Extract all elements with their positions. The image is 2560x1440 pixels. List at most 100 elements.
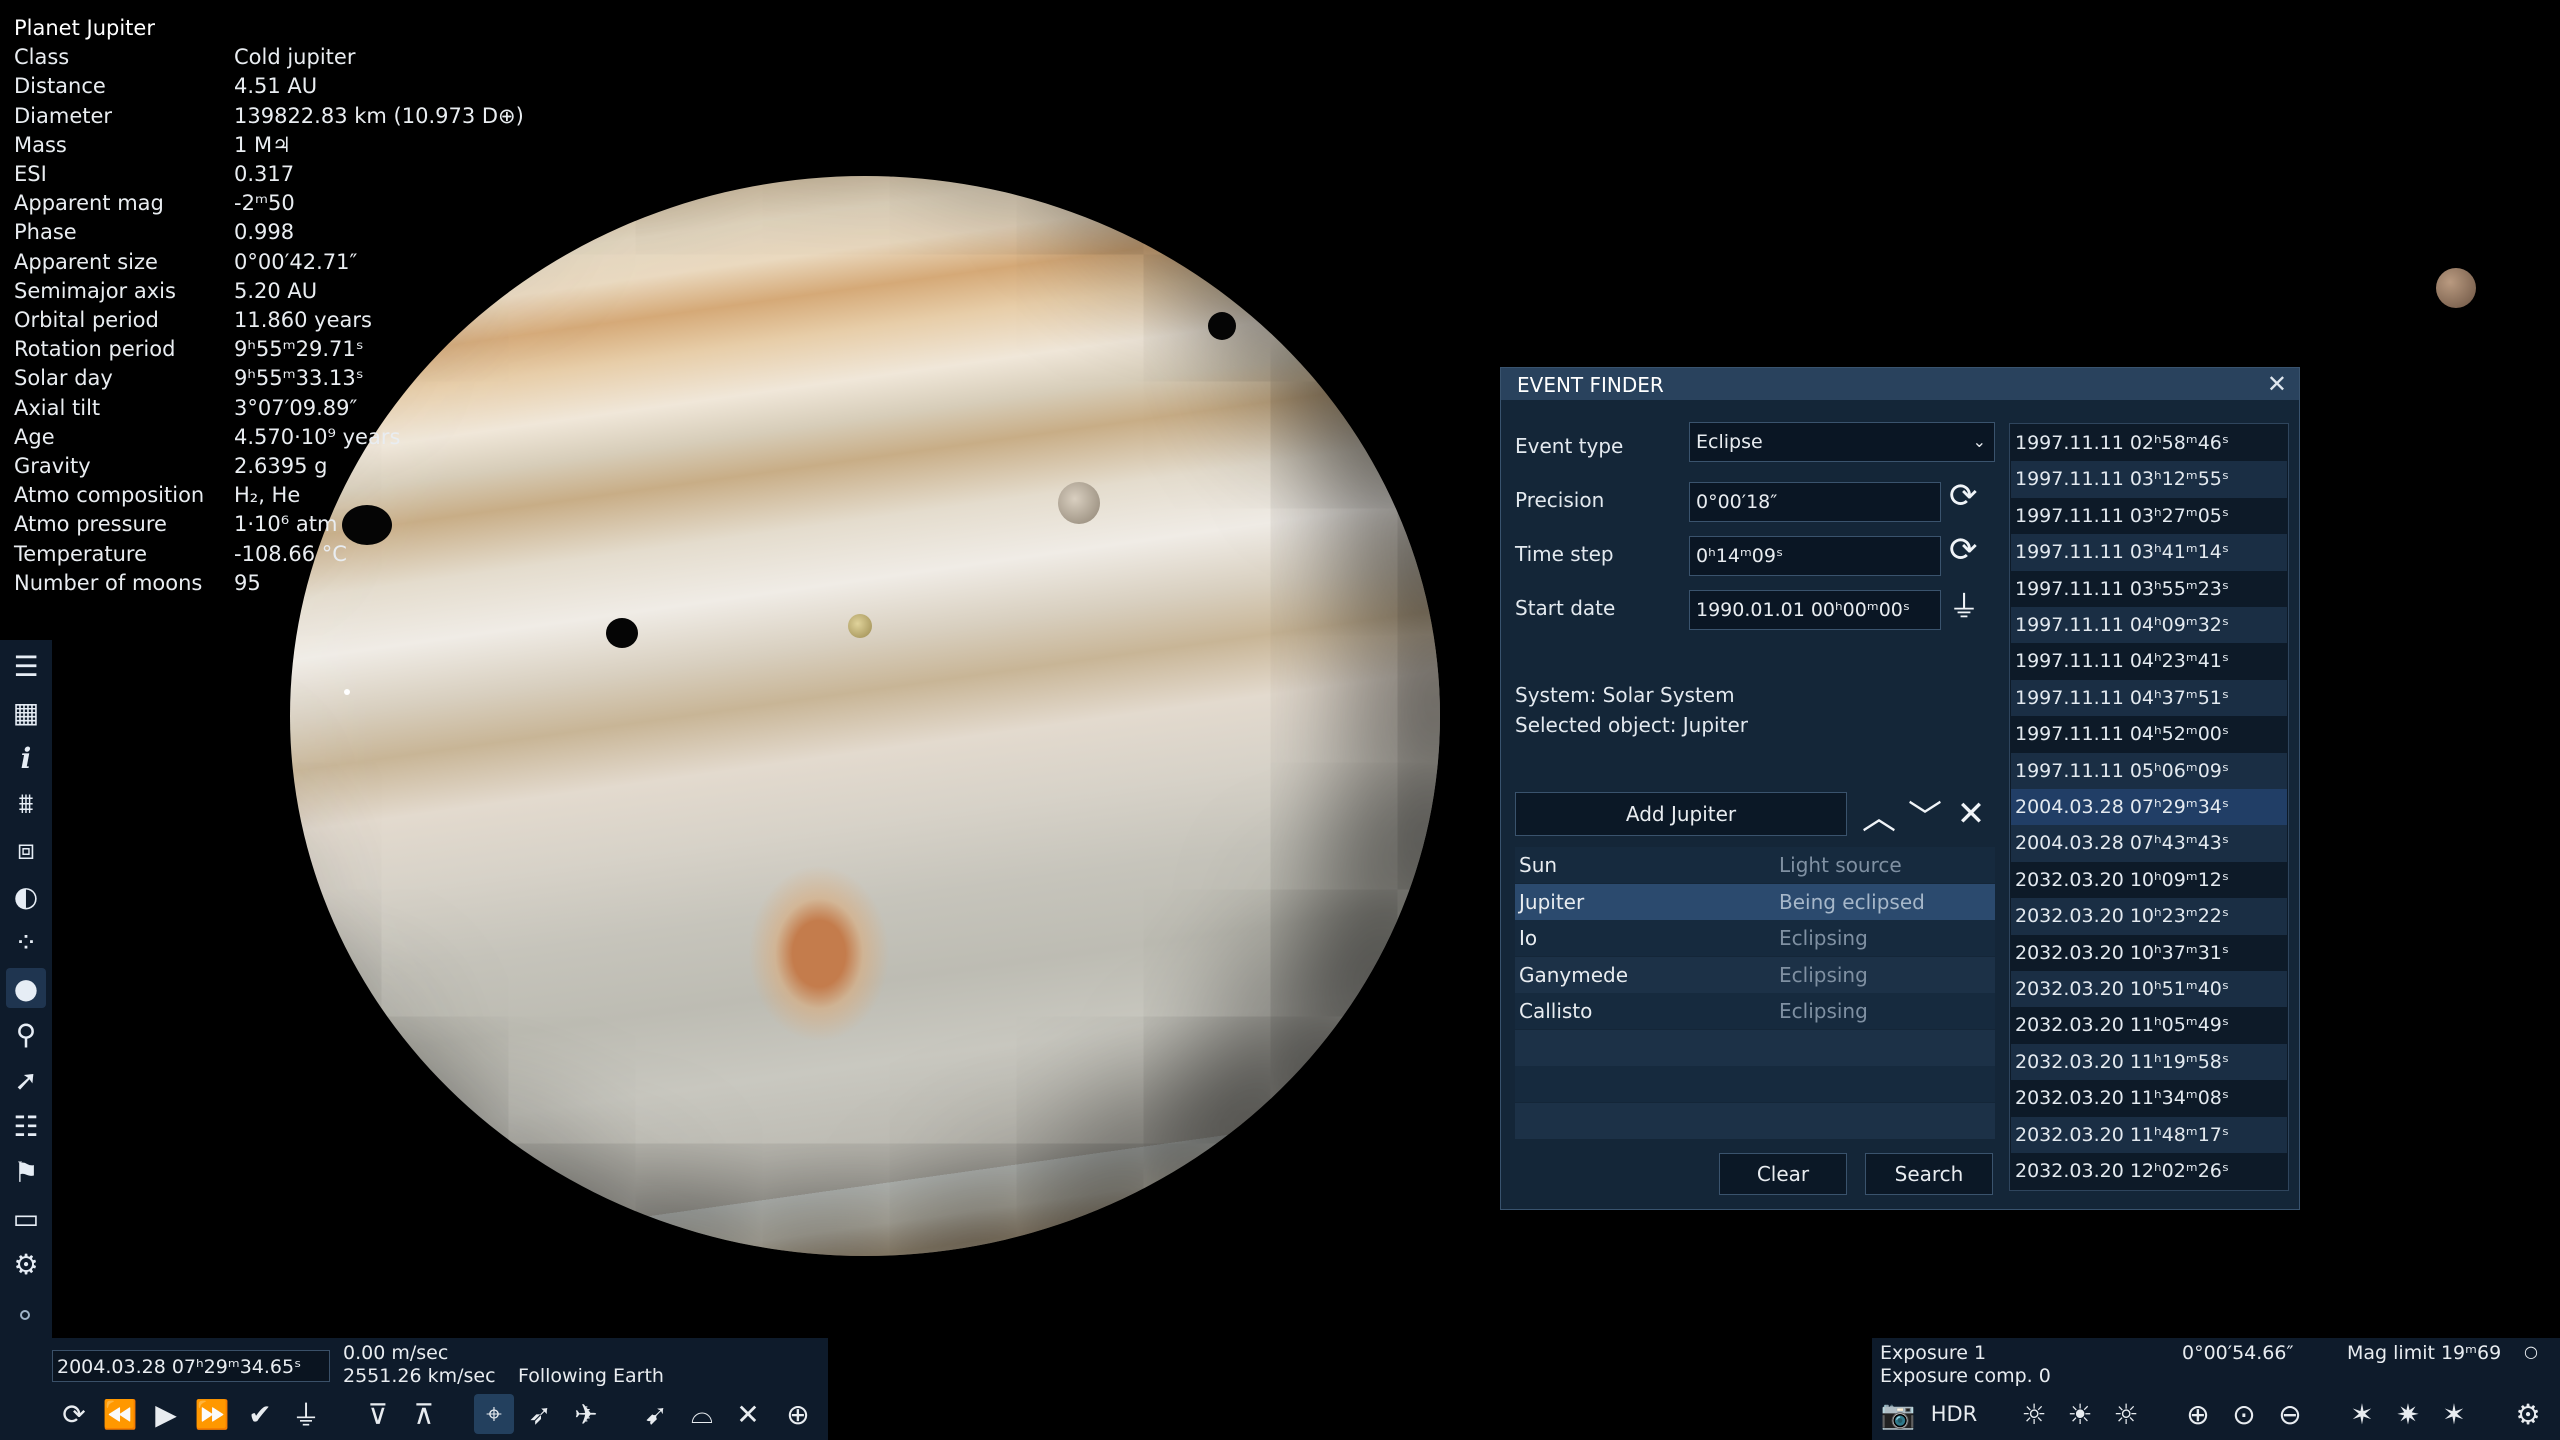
dot-icon[interactable] <box>20 1310 30 1320</box>
land-icon[interactable]: ⌓ <box>682 1394 722 1434</box>
result-item[interactable]: 2032.03.20 11ʰ19ᵐ58ˢ <box>2011 1043 2287 1081</box>
plane-icon[interactable]: ✈ <box>566 1394 606 1434</box>
event-type-select[interactable]: Eclipse ⌄ <box>1689 422 1995 462</box>
mag-down-icon[interactable]: ✶ <box>2342 1394 2382 1434</box>
reset-time-icon[interactable]: ⟳ <box>54 1394 94 1434</box>
fast-forward-icon[interactable]: ⏩ <box>192 1394 232 1434</box>
time-control-bar: 2004.03.28 07ʰ29ᵐ34.65ˢ 0.00 m/sec 2551.… <box>0 1338 828 1440</box>
crosshair-icon[interactable]: ✕ <box>728 1394 768 1434</box>
moon-callisto[interactable] <box>2436 268 2476 308</box>
result-item[interactable]: 1997.11.11 05ʰ06ᵐ09ˢ <box>2011 752 2287 789</box>
rocket-icon[interactable]: ➚ <box>6 1060 46 1100</box>
goto-icon[interactable]: ➹ <box>636 1394 676 1434</box>
remove-icon[interactable]: ✕ <box>1951 792 1991 836</box>
planet-icon[interactable]: ● <box>6 968 46 1008</box>
info-row: ESI 0.317 <box>14 160 524 189</box>
clear-button[interactable]: Clear <box>1719 1153 1847 1195</box>
catalog-icon[interactable]: ▦ <box>6 692 46 732</box>
date-field[interactable]: 2004.03.28 07ʰ29ᵐ34.65ˢ <box>52 1350 330 1382</box>
result-item[interactable]: 2032.03.20 11ʰ34ᵐ08ˢ <box>2011 1080 2287 1116</box>
result-item[interactable]: 2032.03.20 10ʰ23ᵐ22ˢ <box>2011 898 2287 935</box>
result-item[interactable]: 2004.03.28 07ʰ29ᵐ34ˢ <box>2011 789 2287 826</box>
precision-input[interactable]: 0°00′18″ <box>1689 482 1941 522</box>
table-row[interactable]: Io Eclipsing <box>1515 920 1995 956</box>
select-cursor-icon[interactable]: ⌖ <box>474 1394 514 1434</box>
check-icon[interactable]: ✔ <box>240 1394 280 1434</box>
spaceship-icon[interactable]: ➶ <box>520 1394 560 1434</box>
brightness-up-icon[interactable]: ☼ <box>2106 1394 2146 1434</box>
camera-icon[interactable]: 📷 <box>1878 1394 1918 1434</box>
info-icon[interactable]: i <box>6 738 46 778</box>
result-item[interactable]: 2032.03.20 12ʰ02ᵐ26ˢ <box>2011 1153 2287 1189</box>
info-key: Rotation period <box>14 337 176 362</box>
down-circle-icon[interactable]: ⊽ <box>358 1394 398 1434</box>
result-item[interactable]: 2032.03.20 10ʰ09ᵐ12ˢ <box>2011 862 2287 898</box>
object-name: Callisto <box>1519 999 1593 1023</box>
hdr-button[interactable]: HDR <box>1924 1394 1984 1434</box>
chevron-down-icon[interactable]: ﹀ <box>1905 792 1945 838</box>
grid-icon[interactable]: ⩩ <box>6 784 46 824</box>
result-item[interactable]: 2004.03.28 07ʰ43ᵐ43ˢ <box>2011 825 2287 862</box>
moon-io[interactable] <box>848 614 872 638</box>
result-item[interactable]: 1997.11.11 03ʰ41ᵐ14ˢ <box>2011 534 2287 571</box>
zoom-reset-icon[interactable]: ⊙ <box>2224 1394 2264 1434</box>
result-item[interactable]: 1997.11.11 03ʰ27ᵐ05ˢ <box>2011 498 2287 534</box>
result-item[interactable]: 1997.11.11 03ʰ55ᵐ23ˢ <box>2011 571 2287 607</box>
list-icon[interactable]: ☷ <box>6 1106 46 1146</box>
display-icon[interactable]: ▭ <box>6 1198 46 1238</box>
current-time-icon[interactable]: ⏚ <box>286 1394 326 1434</box>
result-item[interactable]: 2032.03.20 10ʰ51ᵐ40ˢ <box>2011 971 2287 1008</box>
target-icon[interactable]: ⊕ <box>778 1394 818 1434</box>
gear-icon[interactable]: ⚙ <box>6 1244 46 1284</box>
result-item[interactable]: 2032.03.20 11ʰ05ᵐ49ˢ <box>2011 1007 2287 1043</box>
event-finder-titlebar[interactable]: EVENT FINDER ✕ <box>1501 368 2299 400</box>
info-title: Planet Jupiter <box>14 16 155 40</box>
table-row[interactable]: Callisto Eclipsing <box>1515 993 1995 1029</box>
time-step-input[interactable]: 0ʰ14ᵐ09ˢ <box>1689 536 1941 576</box>
binoculars-icon[interactable]: ⧈ <box>6 830 46 870</box>
empty-table-row[interactable] <box>1515 1102 1995 1139</box>
result-item[interactable]: 1997.11.11 03ʰ12ᵐ55ˢ <box>2011 461 2287 498</box>
stars-icon[interactable]: ⁘ <box>6 922 46 962</box>
settings-gear-icon[interactable]: ⚙ <box>2508 1394 2548 1434</box>
refresh-icon[interactable]: ⟳ <box>1949 530 1978 570</box>
table-row[interactable]: Jupiter Being eclipsed <box>1515 883 1995 920</box>
zoom-out-icon[interactable]: ⊖ <box>2270 1394 2310 1434</box>
result-item[interactable]: 2032.03.20 11ʰ48ᵐ17ˢ <box>2011 1116 2287 1153</box>
menu-icon[interactable]: ☰ <box>6 646 46 686</box>
search-button[interactable]: Search <box>1865 1153 1993 1195</box>
empty-table-row[interactable] <box>1515 1066 1995 1102</box>
brightness-reset-icon[interactable]: ☀ <box>2060 1394 2100 1434</box>
mag-reset-icon[interactable]: ✷ <box>2388 1394 2428 1434</box>
empty-table-row[interactable] <box>1515 1029 1995 1066</box>
search-icon[interactable]: ⚲ <box>6 1014 46 1054</box>
info-key: Diameter <box>14 103 113 128</box>
start-date-input[interactable]: 1990.01.01 00ʰ00ᵐ00ˢ <box>1689 590 1941 630</box>
refresh-icon[interactable]: ⟳ <box>1949 476 1978 516</box>
result-item[interactable]: 1997.11.11 04ʰ52ᵐ00ˢ <box>2011 716 2287 752</box>
chevron-up-icon[interactable]: ︿ <box>1859 792 1899 838</box>
result-item[interactable]: 1997.11.11 04ʰ37ᵐ51ˢ <box>2011 679 2287 717</box>
info-row: Class Cold jupiter <box>14 43 524 72</box>
table-row[interactable]: Sun Light source <box>1515 847 1995 883</box>
dot-icon[interactable]: ○ <box>2524 1342 2538 1361</box>
info-value: -108.66 °C <box>234 541 347 566</box>
close-icon[interactable]: ✕ <box>2267 370 2287 398</box>
mag-up-icon[interactable]: ✶ <box>2434 1394 2474 1434</box>
add-object-button[interactable]: Add Jupiter <box>1515 792 1847 836</box>
result-item[interactable]: 1997.11.11 04ʰ09ᵐ32ˢ <box>2011 607 2287 644</box>
result-item[interactable]: 1997.11.11 04ʰ23ᵐ41ˢ <box>2011 643 2287 679</box>
solar-system-icon[interactable]: ◐ <box>6 876 46 916</box>
table-row[interactable]: Ganymede Eclipsing <box>1515 956 1995 993</box>
result-item[interactable]: 1997.11.11 02ʰ58ᵐ46ˢ <box>2011 425 2287 461</box>
play-icon[interactable]: ▶ <box>146 1394 186 1434</box>
info-value: 0°00′42.71″ <box>234 249 358 274</box>
up-circle-icon[interactable]: ⊼ <box>404 1394 444 1434</box>
flag-icon[interactable]: ⚑ <box>6 1152 46 1192</box>
moon-ganymede[interactable] <box>1058 482 1100 524</box>
brightness-down-icon[interactable]: ☼ <box>2014 1394 2054 1434</box>
rewind-icon[interactable]: ⏪ <box>100 1394 140 1434</box>
result-item[interactable]: 2032.03.20 10ʰ37ᵐ31ˢ <box>2011 935 2287 971</box>
current-date-icon[interactable]: ⏚ <box>1949 582 1979 626</box>
zoom-in-icon[interactable]: ⊕ <box>2178 1394 2218 1434</box>
